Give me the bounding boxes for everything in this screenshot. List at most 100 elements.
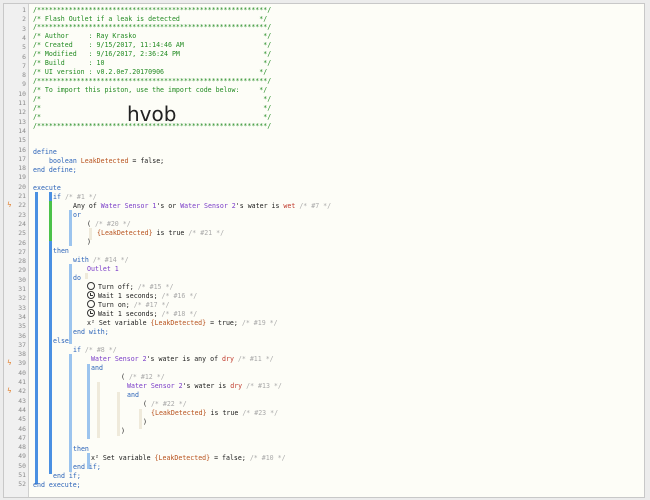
device-outlet[interactable]: Outlet 1 xyxy=(87,264,119,274)
line-number: 28 xyxy=(18,257,26,266)
line-number: 48 xyxy=(18,443,26,452)
end-define-keyword: end define; xyxy=(33,166,77,174)
line-number: 37 xyxy=(18,340,26,349)
line-number: 38 xyxy=(18,350,26,359)
line-number: 52 xyxy=(18,480,26,489)
import-code[interactable]: hvob xyxy=(127,102,176,126)
line-number-gutter: 1 2 3 4 5 6 7 8 9 10 11 12 13 14 15 16 17 18 19 20 21 22 23 24 2… xyxy=(4,4,29,497)
condition-group-close: ) xyxy=(143,418,147,426)
with-block-bar xyxy=(69,264,72,344)
line-number: 23 xyxy=(18,210,26,219)
line-number: 11 xyxy=(18,99,26,107)
line-number: 14 xyxy=(18,126,26,135)
line-number: 21 xyxy=(18,192,26,200)
line-number: 18 xyxy=(18,164,26,173)
device-name: Water Sensor 1 xyxy=(100,202,157,210)
line-number: 40 xyxy=(18,368,26,377)
assignment: = false; xyxy=(128,157,165,165)
else-keyword: else xyxy=(53,337,69,345)
line-number: 45 xyxy=(18,415,26,424)
line-number: 8 xyxy=(22,71,26,80)
end-execute-keyword: end execute; xyxy=(33,481,81,489)
line-number: 9 xyxy=(22,80,26,89)
line-number: 50 xyxy=(18,461,26,470)
or-operator[interactable]: or xyxy=(73,210,81,220)
statement-id: /* #1 */ xyxy=(64,193,97,201)
line-number: 49 xyxy=(18,452,26,461)
task-set-variable[interactable]: x² Set variable {LeakDetected} = false; … xyxy=(91,453,286,463)
trigger-marker-icon: ϟ xyxy=(7,387,12,396)
line-number: 31 xyxy=(18,285,26,293)
line-number: 24 xyxy=(18,219,26,228)
line-number: 7 xyxy=(22,61,26,70)
do-keyword: do xyxy=(73,274,81,282)
line-number: 19 xyxy=(18,173,26,182)
attribute-value: wet xyxy=(283,202,296,210)
line-number: 26 xyxy=(18,238,26,247)
device-name: Water Sensor 2 xyxy=(180,202,236,210)
line-number: 47 xyxy=(18,433,26,442)
condition-water-dry[interactable]: Water Sensor 2's water is dry /* #13 */ xyxy=(127,381,282,391)
line-number: 16 xyxy=(18,145,26,154)
code-area: /***************************************… xyxy=(31,4,644,497)
line-number: 15 xyxy=(18,136,26,145)
condition-water-any-of[interactable]: Water Sensor 2's water is any of dry /* … xyxy=(91,354,274,364)
condition-group-close: ) xyxy=(121,427,125,435)
line-number: 33 xyxy=(18,303,26,312)
line-number: 34 xyxy=(18,312,26,321)
line-number: 3 xyxy=(22,24,26,33)
leak-detected-condition[interactable]: {LeakDetected} is true /* #21 */ xyxy=(97,228,224,238)
task-set-variable[interactable]: x² Set variable {LeakDetected} = true; /… xyxy=(87,318,278,328)
then-keyword: then xyxy=(73,445,89,453)
line-number: 5 xyxy=(22,43,26,52)
clock-icon xyxy=(87,291,95,299)
trigger-marker-icon: ϟ xyxy=(7,201,12,210)
end-with-keyword: end with; xyxy=(73,328,109,336)
line-number: 27 xyxy=(18,247,26,256)
line-number: 46 xyxy=(18,424,26,433)
line-number: 13 xyxy=(18,117,26,126)
line-number: 41 xyxy=(18,378,26,386)
type-keyword: boolean xyxy=(49,157,77,165)
line-number: 1 xyxy=(22,6,26,14)
line-number: 43 xyxy=(18,396,26,405)
condition-true-bar xyxy=(49,201,52,241)
line-number: 25 xyxy=(18,229,26,238)
piston-code-view: 1 2 3 4 5 6 7 8 9 10 11 12 13 14 15 16 17 18 19 20 21 22 23 24 2… xyxy=(3,3,645,498)
nested-group-bar xyxy=(117,392,120,436)
line-number: 44 xyxy=(18,405,26,414)
line-number: 6 xyxy=(22,52,26,61)
condition-any-of[interactable]: Any of Water Sensor 1's or Water Sensor … xyxy=(73,201,331,211)
leak-detected-condition[interactable]: {LeakDetected} is true /* #23 */ xyxy=(151,408,278,418)
execute-block-bar xyxy=(35,192,38,484)
trigger-marker-icon: ϟ xyxy=(7,359,12,368)
line-number: 2 xyxy=(22,15,26,24)
line-number: 20 xyxy=(18,182,26,191)
power-icon xyxy=(87,300,95,308)
if-keyword: if xyxy=(53,193,61,201)
line-number: 35 xyxy=(18,322,26,331)
then-keyword: then xyxy=(53,247,69,255)
line-number: 4 xyxy=(22,33,26,42)
variable-icon: x² xyxy=(87,319,95,327)
and-group-bar xyxy=(97,382,100,438)
else-condition-bar xyxy=(87,364,90,439)
inner-group-bar xyxy=(139,409,142,429)
and-operator[interactable]: and xyxy=(91,363,103,373)
line-number: 32 xyxy=(18,294,26,303)
variable-name: LeakDetected xyxy=(80,157,129,165)
line-number: 30 xyxy=(18,275,26,284)
line-number: 17 xyxy=(18,154,26,163)
and-operator[interactable]: and xyxy=(127,390,139,400)
condition-group-close: ) xyxy=(87,238,91,246)
line-number: 51 xyxy=(18,471,26,479)
power-icon xyxy=(87,282,95,290)
condition-group-bar xyxy=(69,210,72,246)
line-number: 12 xyxy=(18,108,26,117)
clock-icon xyxy=(87,309,95,317)
line-number: 29 xyxy=(18,266,26,275)
line-number: 10 xyxy=(18,89,26,98)
then-block-bar xyxy=(49,255,52,345)
else-if-bar xyxy=(69,354,72,472)
variable-icon: x² xyxy=(91,454,99,462)
